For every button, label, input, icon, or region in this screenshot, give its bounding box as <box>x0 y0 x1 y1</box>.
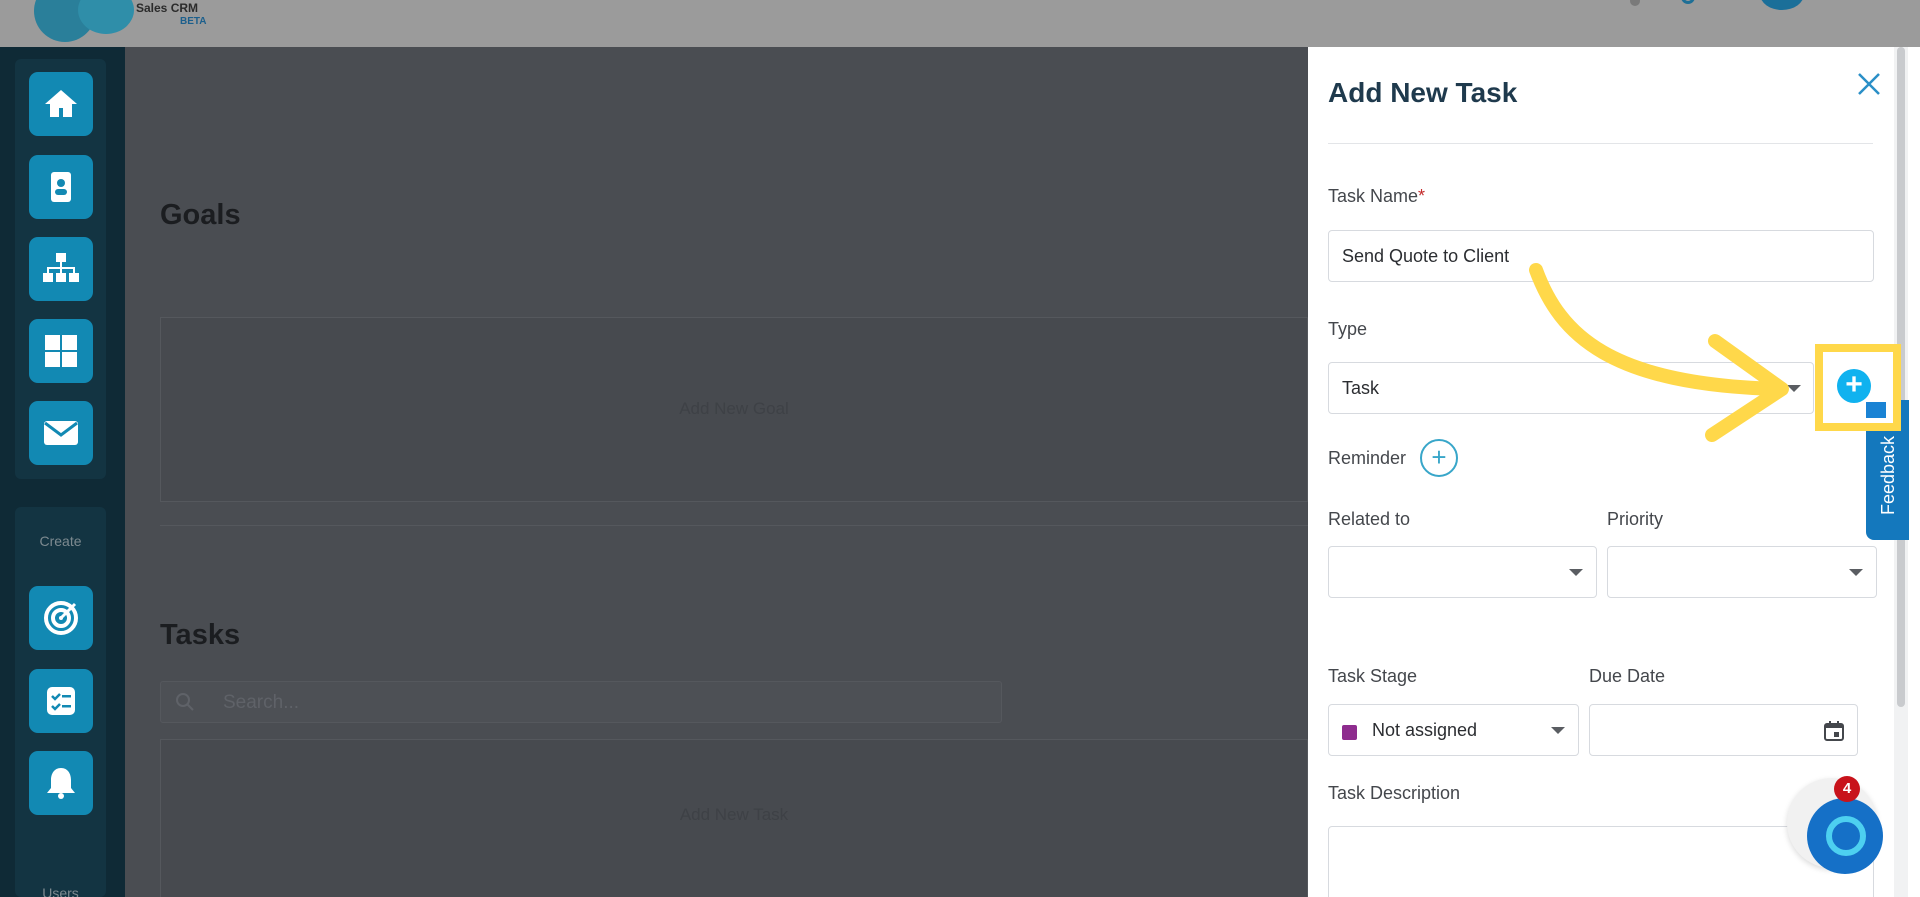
home-icon <box>45 90 77 117</box>
priority-label: Priority <box>1607 509 1664 529</box>
target-icon <box>44 601 78 635</box>
logo-text: Sales CRM <box>136 1 199 15</box>
due-date-input[interactable] <box>1589 704 1858 756</box>
priority-select[interactable] <box>1607 546 1877 598</box>
panel-title: Add New Task <box>1328 77 1518 108</box>
add-type-button[interactable]: + <box>1837 369 1871 403</box>
related-to-select[interactable] <box>1328 546 1597 598</box>
cursor-marker <box>1866 402 1886 418</box>
tasks-panel: Add New Task <box>160 739 1308 897</box>
status-dot-icon <box>1630 0 1640 6</box>
related-to-label: Related to <box>1328 509 1411 529</box>
due-date-label: Due Date <box>1589 666 1666 686</box>
chevron-down-icon <box>1569 569 1583 576</box>
checklist-icon <box>47 687 75 715</box>
goals-title: Goals <box>160 199 241 231</box>
task-stage-value: Not assigned <box>1372 720 1478 740</box>
task-search-input[interactable]: Search... <box>160 681 1002 723</box>
chevron-down-icon <box>1849 569 1863 576</box>
sidebar-item-mail[interactable] <box>29 401 93 465</box>
add-new-goal-link[interactable]: Add New Goal <box>161 399 1307 419</box>
chat-notification-badge: 4 <box>1834 776 1860 802</box>
type-value: Task <box>1342 378 1380 398</box>
close-icon[interactable] <box>1856 71 1882 97</box>
org-chart-icon <box>43 253 79 282</box>
stage-color-swatch <box>1342 725 1357 740</box>
chat-icon <box>1826 816 1866 856</box>
required-mark: * <box>1418 186 1426 206</box>
task-name-label: Task Name* <box>1328 186 1425 207</box>
sidebar-item-contacts[interactable] <box>29 155 93 219</box>
reminder-label: Reminder <box>1328 448 1407 468</box>
top-bar: Sales CRM BETA <box>0 0 1920 47</box>
sidebar-item-home[interactable] <box>29 72 93 136</box>
contact-card-icon <box>51 172 71 202</box>
goals-panel: Add New Goal <box>160 317 1308 502</box>
tasks-title: Tasks <box>160 619 241 651</box>
sidebar: Create Users <box>0 47 125 897</box>
type-label: Type <box>1328 319 1368 339</box>
main-content: Goals Add New Goal Tasks Search... Add N… <box>125 47 1308 897</box>
notification-icon[interactable] <box>1681 0 1695 4</box>
users-label: Users <box>42 885 79 897</box>
create-task-button[interactable] <box>29 669 93 733</box>
panel-divider <box>1328 143 1873 144</box>
feedback-label: Feedback <box>1878 435 1898 515</box>
create-reminder-button[interactable] <box>29 751 93 815</box>
create-goal-button[interactable] <box>29 586 93 650</box>
sidebar-item-dashboard[interactable] <box>29 319 93 383</box>
sidebar-item-organization[interactable] <box>29 237 93 301</box>
calendar-icon[interactable] <box>1822 719 1846 743</box>
annotation-arrow-icon <box>1529 263 1789 442</box>
task-description-label: Task Description <box>1328 783 1461 803</box>
mail-icon <box>44 421 78 445</box>
search-icon <box>176 693 194 711</box>
add-task-panel: Add New Task Task Name* Send Quote to Cl… <box>1308 47 1920 897</box>
bell-icon <box>47 768 75 799</box>
add-reminder-button[interactable]: + <box>1420 439 1458 477</box>
avatar[interactable] <box>1760 0 1804 10</box>
logo-beta: BETA <box>180 16 207 27</box>
search-placeholder: Search... <box>223 692 300 713</box>
dashboard-grid-icon <box>45 335 77 367</box>
task-stage-select[interactable]: Not assigned <box>1328 704 1579 756</box>
chevron-down-icon <box>1551 727 1565 734</box>
task-name-label-text: Task Name <box>1328 186 1419 206</box>
divider <box>160 525 1308 526</box>
task-name-value: Send Quote to Client <box>1342 246 1510 266</box>
add-new-task-link[interactable]: Add New Task <box>161 805 1307 825</box>
create-label: Create <box>39 533 82 549</box>
task-stage-label: Task Stage <box>1328 666 1418 686</box>
